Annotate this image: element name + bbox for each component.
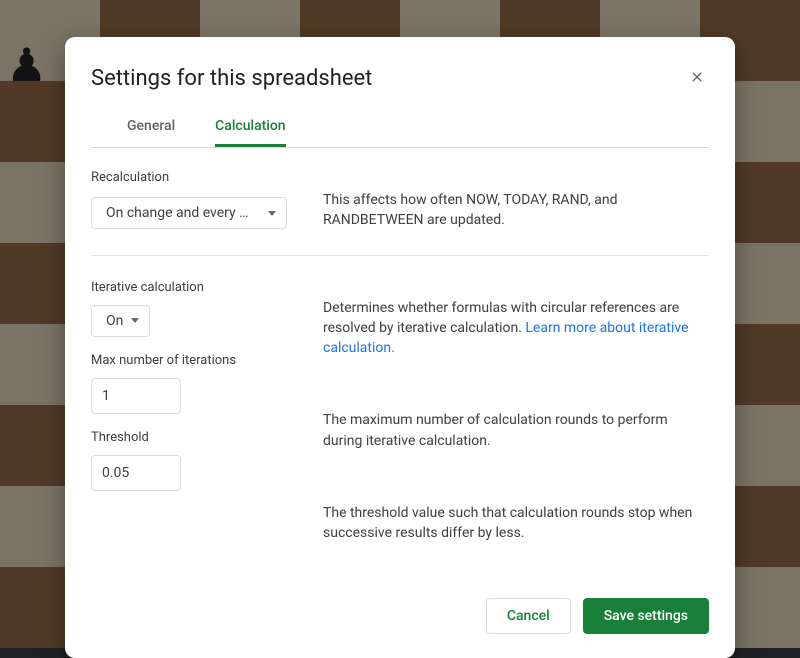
section-iterative: Iterative calculation On Max number of i… xyxy=(91,256,709,568)
chevron-down-icon xyxy=(131,318,139,323)
max-iterations-help: The maximum number of calculation rounds… xyxy=(323,410,709,451)
section-recalculation: Recalculation On change and every min… T… xyxy=(91,148,709,256)
max-iterations-label: Max number of iterations xyxy=(91,353,297,368)
recalculation-value: On change and every min… xyxy=(106,205,260,221)
dialog-title: Settings for this spreadsheet xyxy=(91,66,372,91)
recalculation-label: Recalculation xyxy=(91,170,297,185)
recalculation-select[interactable]: On change and every min… xyxy=(91,197,287,229)
iterative-select[interactable]: On xyxy=(91,305,150,337)
chevron-down-icon xyxy=(268,211,276,216)
threshold-help: The threshold value such that calculatio… xyxy=(323,503,709,544)
tab-calculation[interactable]: Calculation xyxy=(215,108,285,147)
cancel-button[interactable]: Cancel xyxy=(486,598,571,634)
recalculation-help: This affects how often NOW, TODAY, RAND,… xyxy=(323,170,709,231)
threshold-label: Threshold xyxy=(91,430,297,445)
iterative-label: Iterative calculation xyxy=(91,280,297,295)
iterative-value: On xyxy=(106,313,123,329)
save-button[interactable]: Save settings xyxy=(583,598,709,634)
tab-general[interactable]: General xyxy=(127,108,175,147)
close-button[interactable] xyxy=(685,65,709,92)
threshold-input[interactable] xyxy=(91,455,181,491)
max-iterations-input[interactable] xyxy=(91,378,181,414)
iterative-help: Determines whether formulas with circula… xyxy=(323,298,709,359)
settings-dialog: Settings for this spreadsheet General Ca… xyxy=(65,37,735,658)
dialog-footer: Cancel Save settings xyxy=(65,568,735,638)
tabs: General Calculation xyxy=(91,108,709,148)
close-icon xyxy=(689,69,705,88)
